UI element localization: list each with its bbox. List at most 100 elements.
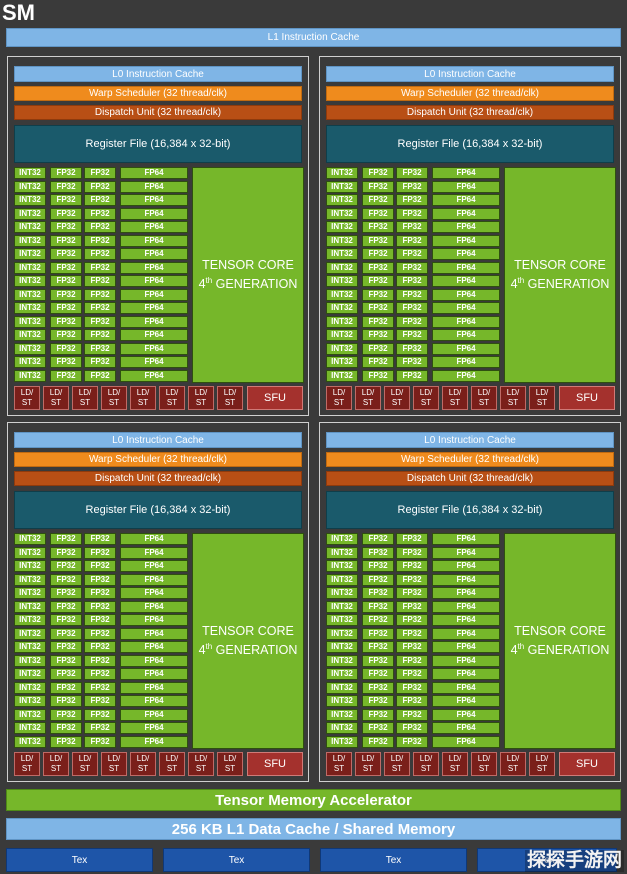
int32-unit: INT32: [326, 681, 358, 694]
dispatch-unit: Dispatch Unit (32 thread/clk): [14, 105, 302, 120]
fp32-unit: FP32: [396, 369, 428, 382]
fp32-unit: FP32: [50, 261, 82, 274]
fp64-unit: FP64: [432, 369, 500, 382]
int32-unit: INT32: [326, 329, 358, 341]
tensor-core-label: TENSOR CORE: [514, 623, 606, 638]
fp32-unit: FP32: [362, 221, 394, 233]
fp64-unit: FP64: [432, 248, 500, 260]
fp64-unit: FP64: [432, 533, 500, 545]
fp64-unit: FP64: [120, 546, 188, 559]
fp64-unit: FP64: [120, 695, 188, 707]
fp32-unit: FP32: [362, 695, 394, 707]
fp32-unit: FP32: [396, 180, 428, 193]
fp32-unit: FP32: [362, 369, 394, 382]
fp64-unit: FP64: [432, 234, 500, 247]
fp32-unit: FP32: [50, 735, 82, 748]
ld-st-unit: LD/ST: [471, 752, 497, 776]
l0-instruction-cache: L0 Instruction Cache: [14, 66, 302, 82]
fp64-unit: FP64: [120, 668, 188, 680]
fp32-unit: FP32: [396, 533, 428, 545]
fp32-unit: FP32: [396, 681, 428, 694]
register-file: Register File (16,384 x 32-bit): [326, 491, 614, 529]
fp64-unit: FP64: [432, 668, 500, 680]
ld-st-unit: LD/ST: [43, 752, 69, 776]
fp32-unit: FP32: [84, 275, 116, 287]
tensor-memory-accelerator: Tensor Memory Accelerator: [6, 789, 621, 811]
ld-st-unit: LD/ST: [101, 386, 127, 410]
fp64-unit: FP64: [432, 546, 500, 559]
dispatch-unit: Dispatch Unit (32 thread/clk): [326, 105, 614, 120]
int32-unit: INT32: [14, 207, 46, 220]
int32-unit: INT32: [326, 234, 358, 247]
fp32-unit: FP32: [362, 573, 394, 586]
fp32-unit: FP32: [362, 735, 394, 748]
ld-st-unit: LD/ST: [442, 752, 468, 776]
int32-unit: INT32: [14, 614, 46, 626]
int32-unit: INT32: [326, 668, 358, 680]
tensor-core-label: TENSOR CORE: [202, 623, 294, 638]
fp64-unit: FP64: [432, 167, 500, 179]
int32-unit: INT32: [14, 735, 46, 748]
int32-unit: INT32: [14, 275, 46, 287]
tensor-core: TENSOR CORE 4th GENERATION: [504, 167, 616, 383]
tensor-core-generation: 4th GENERATION: [510, 275, 610, 292]
tex-unit: Tex: [320, 848, 467, 872]
sm-partition: L0 Instruction Cache Warp Scheduler (32 t…: [7, 56, 309, 416]
fp32-unit: FP32: [362, 722, 394, 734]
fp32-unit: FP32: [50, 681, 82, 694]
int32-unit: INT32: [14, 546, 46, 559]
fp32-unit: FP32: [396, 329, 428, 341]
fp32-unit: FP32: [50, 708, 82, 721]
fp32-unit: FP32: [50, 342, 82, 355]
int32-unit: INT32: [326, 560, 358, 572]
fp32-unit: FP32: [84, 600, 116, 613]
ld-st-unit: LD/ST: [217, 752, 243, 776]
int32-unit: INT32: [14, 221, 46, 233]
ld-st-unit: LD/ST: [529, 752, 555, 776]
int32-unit: INT32: [14, 315, 46, 328]
fp32-unit: FP32: [50, 180, 82, 193]
fp32-unit: FP32: [362, 533, 394, 545]
sm-partition: L0 Instruction Cache Warp Scheduler (32 t…: [319, 422, 621, 782]
int32-unit: INT32: [14, 248, 46, 260]
fp64-unit: FP64: [120, 722, 188, 734]
l0-instruction-cache: L0 Instruction Cache: [326, 432, 614, 448]
int32-unit: INT32: [326, 180, 358, 193]
int32-unit: INT32: [14, 587, 46, 599]
fp32-unit: FP32: [362, 261, 394, 274]
fp64-unit: FP64: [120, 560, 188, 572]
fp32-unit: FP32: [362, 302, 394, 314]
fp32-unit: FP32: [396, 302, 428, 314]
fp64-unit: FP64: [432, 695, 500, 707]
fp32-unit: FP32: [50, 668, 82, 680]
fp64-unit: FP64: [120, 288, 188, 301]
fp32-unit: FP32: [84, 234, 116, 247]
l0-instruction-cache: L0 Instruction Cache: [14, 432, 302, 448]
fp32-unit: FP32: [362, 600, 394, 613]
ld-st-unit: LD/ST: [217, 386, 243, 410]
ld-st-unit: LD/ST: [529, 386, 555, 410]
fp32-unit: FP32: [50, 614, 82, 626]
fp32-unit: FP32: [396, 194, 428, 206]
tensor-core-generation: 4th GENERATION: [198, 641, 298, 658]
watermark: 探探手游网: [524, 850, 624, 872]
int32-unit: INT32: [14, 167, 46, 179]
fp64-unit: FP64: [120, 587, 188, 599]
fp64-unit: FP64: [432, 614, 500, 626]
fp32-unit: FP32: [84, 302, 116, 314]
fp32-unit: FP32: [50, 288, 82, 301]
fp32-unit: FP32: [50, 302, 82, 314]
fp64-unit: FP64: [120, 681, 188, 694]
ld-st-unit: LD/ST: [355, 386, 381, 410]
int32-unit: INT32: [326, 167, 358, 179]
ld-st-unit: LD/ST: [72, 752, 98, 776]
fp32-unit: FP32: [50, 221, 82, 233]
l1-instruction-cache: L1 Instruction Cache: [6, 28, 621, 47]
fp32-unit: FP32: [50, 641, 82, 653]
fp32-unit: FP32: [362, 560, 394, 572]
register-file: Register File (16,384 x 32-bit): [14, 491, 302, 529]
fp64-unit: FP64: [432, 261, 500, 274]
dispatch-unit: Dispatch Unit (32 thread/clk): [326, 471, 614, 486]
int32-unit: INT32: [326, 261, 358, 274]
fp64-unit: FP64: [120, 207, 188, 220]
